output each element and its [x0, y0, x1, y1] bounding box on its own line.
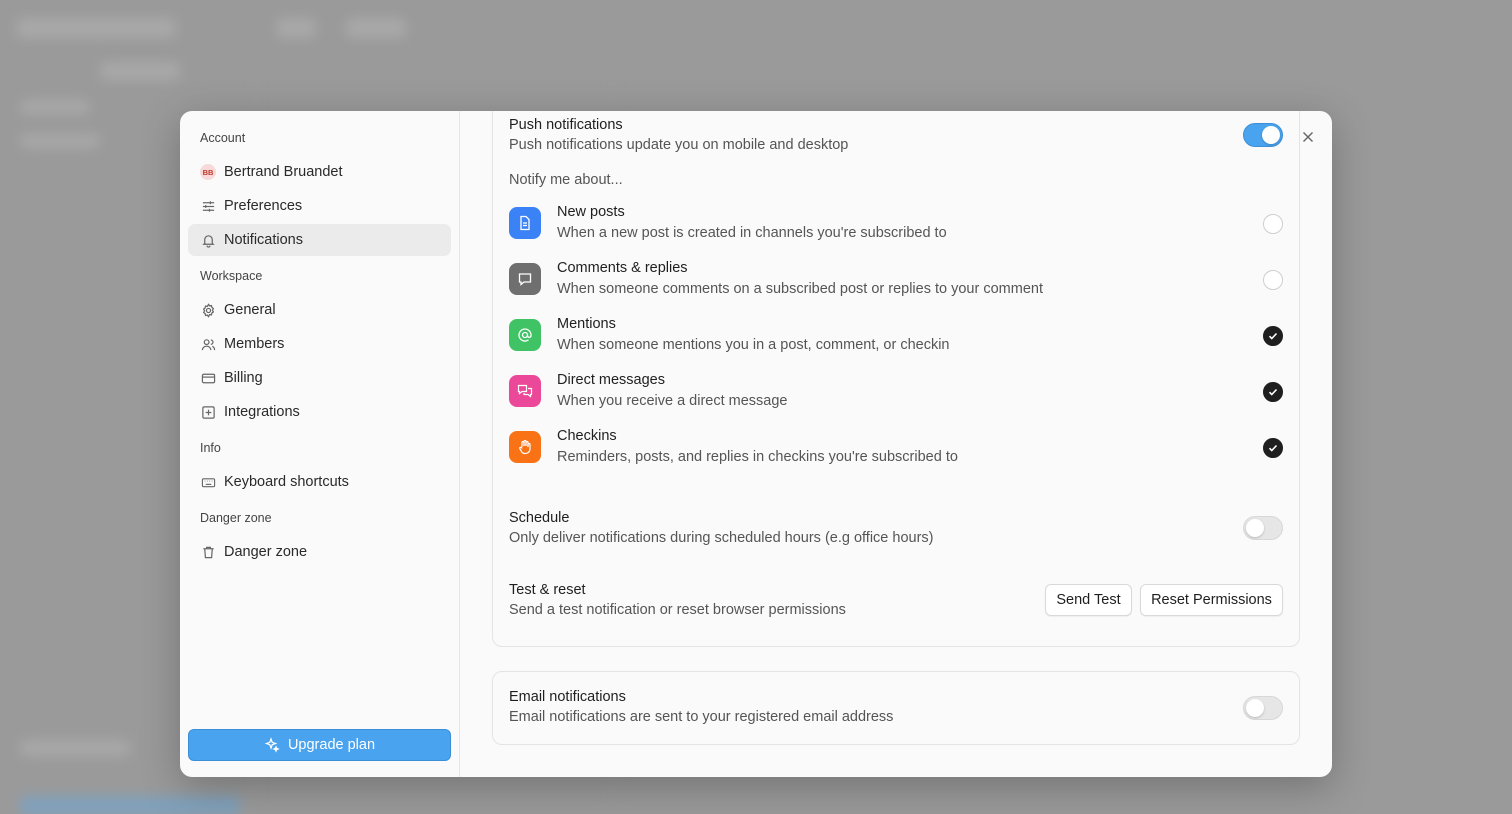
sidebar-item-label: Notifications [224, 232, 303, 248]
sidebar-item-label: Billing [224, 370, 263, 386]
sidebar-item-preferences[interactable]: Preferences [188, 190, 451, 222]
notif-description: When someone mentions you in a post, com… [557, 337, 950, 353]
notif-item-checkins: Checkins Reminders, posts, and replies i… [509, 428, 1283, 468]
sidebar-item-label: Preferences [224, 198, 303, 214]
avatar: BB [200, 164, 216, 180]
direct-messages-checkbox[interactable] [1263, 382, 1283, 402]
checkins-checkbox[interactable] [1263, 438, 1283, 458]
notif-title: New posts [557, 204, 625, 220]
notif-title: Comments & replies [557, 260, 688, 276]
sliders-icon [200, 198, 216, 214]
sidebar-item-general[interactable]: General [188, 294, 451, 326]
plus-square-icon [200, 404, 216, 420]
close-icon [1303, 132, 1313, 142]
section-label-account: Account [200, 131, 246, 145]
settings-content: Push notifications Push notifications up… [460, 111, 1332, 777]
sidebar-item-label: Bertrand Bruandet [224, 164, 343, 180]
push-description: Push notifications update you on mobile … [509, 137, 849, 153]
notif-description: When someone comments on a subscribed po… [557, 281, 1043, 297]
bg-button [20, 796, 240, 814]
bg-nav [20, 100, 90, 114]
comments-checkbox[interactable] [1263, 270, 1283, 290]
notif-description: When a new post is created in channels y… [557, 225, 947, 241]
messages-icon [509, 375, 541, 407]
new-posts-checkbox[interactable] [1263, 214, 1283, 234]
sidebar-item-profile[interactable]: BB Bertrand Bruandet [188, 156, 451, 188]
close-button[interactable] [1298, 127, 1318, 147]
sidebar-item-integrations[interactable]: Integrations [188, 396, 451, 428]
keyboard-icon [200, 474, 216, 490]
bell-icon [200, 232, 216, 248]
push-notifications-card: Push notifications Push notifications up… [492, 111, 1300, 647]
bg-tab [276, 18, 316, 38]
at-icon [509, 319, 541, 351]
users-icon [200, 336, 216, 352]
sidebar-item-label: General [224, 302, 276, 318]
sidebar-item-danger-zone[interactable]: Danger zone [188, 536, 451, 568]
test-reset-description: Send a test notification or reset browse… [509, 602, 846, 618]
notif-item-direct-messages: Direct messages When you receive a direc… [509, 372, 1283, 412]
document-icon [509, 207, 541, 239]
comment-icon [509, 263, 541, 295]
notif-description: Reminders, posts, and replies in checkin… [557, 449, 958, 465]
gear-icon [200, 302, 216, 318]
toggle-knob [1262, 126, 1280, 144]
sidebar-item-label: Members [224, 336, 285, 352]
schedule-description: Only deliver notifications during schedu… [509, 530, 934, 546]
bg-tab [346, 18, 406, 38]
notif-title: Direct messages [557, 372, 665, 388]
notif-item-mentions: Mentions When someone mentions you in a … [509, 316, 1283, 356]
section-label-info: Info [200, 441, 221, 455]
reset-permissions-button[interactable]: Reset Permissions [1140, 584, 1283, 616]
sidebar-item-label: Danger zone [224, 544, 308, 560]
section-label-danger: Danger zone [200, 511, 272, 525]
test-reset-title: Test & reset [509, 582, 586, 598]
schedule-toggle[interactable] [1243, 516, 1283, 540]
check-icon [1268, 332, 1278, 340]
settings-sidebar: Account BB Bertrand Bruandet Preferences… [180, 111, 460, 777]
email-notifications-card: Email notifications Email notifications … [492, 671, 1300, 745]
email-toggle[interactable] [1243, 696, 1283, 720]
sidebar-item-members[interactable]: Members [188, 328, 451, 360]
bg-workspace-title [16, 18, 176, 38]
notif-title: Checkins [557, 428, 617, 444]
bg-user [20, 740, 130, 756]
sparkles-icon [264, 737, 280, 753]
mentions-checkbox[interactable] [1263, 326, 1283, 346]
trash-icon [200, 544, 216, 560]
bg-nav [20, 134, 100, 148]
send-test-button[interactable]: Send Test [1045, 584, 1132, 616]
toggle-knob [1246, 699, 1264, 717]
sidebar-item-label: Keyboard shortcuts [224, 474, 349, 490]
toggle-knob [1246, 519, 1264, 537]
section-label-workspace: Workspace [200, 269, 263, 283]
email-title: Email notifications [509, 689, 626, 705]
bg-search [100, 62, 180, 80]
notif-item-comments: Comments & replies When someone comments… [509, 260, 1283, 300]
schedule-title: Schedule [509, 510, 570, 526]
upgrade-plan-label: Upgrade plan [287, 737, 376, 753]
sidebar-item-label: Integrations [224, 404, 300, 420]
notif-description: When you receive a direct message [557, 393, 788, 409]
sidebar-item-notifications[interactable]: Notifications [188, 224, 451, 256]
email-description: Email notifications are sent to your reg… [509, 709, 894, 725]
notif-item-new-posts: New posts When a new post is created in … [509, 204, 1283, 244]
check-icon [1268, 444, 1278, 452]
notif-title: Mentions [557, 316, 616, 332]
sidebar-item-billing[interactable]: Billing [188, 362, 451, 394]
avatar-initials: BB [200, 164, 216, 180]
settings-modal: Account BB Bertrand Bruandet Preferences… [180, 111, 1332, 777]
push-toggle[interactable] [1243, 123, 1283, 147]
push-title: Push notifications [509, 117, 623, 133]
sidebar-item-keyboard-shortcuts[interactable]: Keyboard shortcuts [188, 466, 451, 498]
credit-card-icon [200, 370, 216, 386]
notify-label: Notify me about... [509, 172, 623, 188]
upgrade-plan-button[interactable]: Upgrade plan [188, 729, 451, 761]
hand-icon [509, 431, 541, 463]
check-icon [1268, 388, 1278, 396]
